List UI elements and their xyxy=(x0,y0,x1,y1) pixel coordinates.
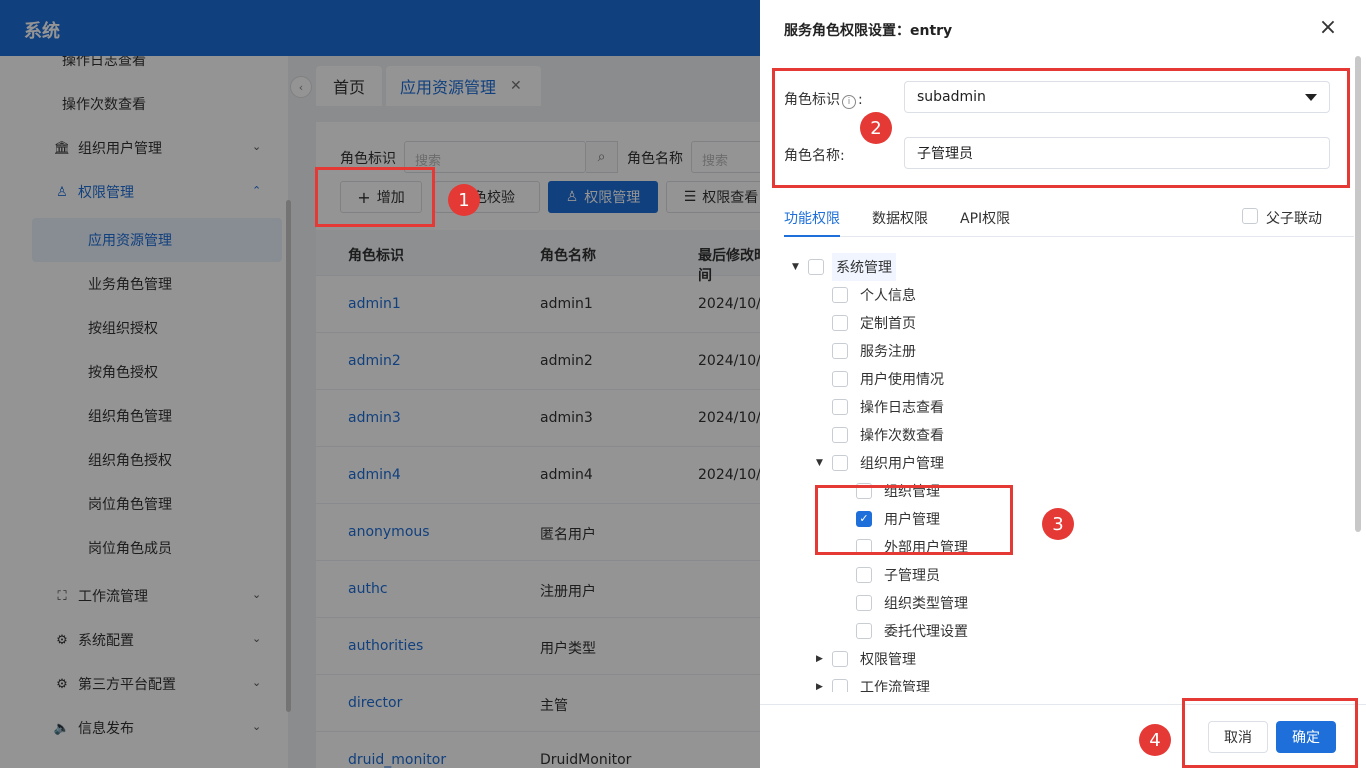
tree-checkbox[interactable] xyxy=(808,259,824,275)
tab-api-permission[interactable]: API权限 xyxy=(960,208,1010,228)
caret-right-icon[interactable]: ▶ xyxy=(816,682,823,692)
caret-down-icon[interactable]: ▼ xyxy=(792,262,799,272)
tab-function-permission[interactable]: 功能权限 xyxy=(784,208,840,228)
highlight-box-role-form xyxy=(772,68,1350,188)
tree-checkbox[interactable] xyxy=(832,371,848,387)
step-badge: 2 xyxy=(860,112,892,144)
linkage-checkbox[interactable] xyxy=(1242,208,1258,224)
step-badge: 3 xyxy=(1042,508,1074,540)
drawer-scrollbar[interactable] xyxy=(1355,56,1361,532)
modal-mask[interactable] xyxy=(0,0,760,768)
tree-node-label[interactable]: 系统管理 xyxy=(832,253,896,281)
tree-node-label[interactable]: 组织用户管理 xyxy=(860,449,944,477)
drawer-title: 服务角色权限设置：entry xyxy=(784,23,953,39)
tree-node-label[interactable]: 子管理员 xyxy=(884,561,940,589)
tree-checkbox[interactable] xyxy=(856,567,872,583)
tab-divider xyxy=(784,236,1354,237)
tree-checkbox[interactable] xyxy=(856,623,872,639)
highlight-box-footer xyxy=(1182,698,1358,768)
tree-node-label[interactable]: 组织类型管理 xyxy=(884,589,968,617)
tree-node-label[interactable]: 服务注册 xyxy=(860,337,916,365)
close-icon[interactable]: × xyxy=(1318,16,1338,40)
tree-node-label[interactable]: 权限管理 xyxy=(860,645,916,673)
tab-data-permission[interactable]: 数据权限 xyxy=(872,208,928,228)
tree-checkbox[interactable] xyxy=(832,343,848,359)
tree-node-label[interactable]: 个人信息 xyxy=(860,281,916,309)
tree-node-label[interactable]: 用户使用情况 xyxy=(860,365,944,393)
tree-checkbox[interactable] xyxy=(856,595,872,611)
tree-checkbox[interactable] xyxy=(832,455,848,471)
tree-checkbox[interactable] xyxy=(832,399,848,415)
tree-checkbox[interactable] xyxy=(832,427,848,443)
tree-node-label[interactable]: 定制首页 xyxy=(860,309,916,337)
highlight-box-user-manage xyxy=(815,485,1013,555)
permission-tree: ▼ 系统管理 个人信息 定制首页 服务注册 用户使用情况 操作日志查看 操作次数… xyxy=(760,252,1366,692)
tree-node-label[interactable]: 操作次数查看 xyxy=(860,421,944,449)
caret-right-icon[interactable]: ▶ xyxy=(816,654,823,664)
tree-checkbox[interactable] xyxy=(832,651,848,667)
tree-checkbox[interactable] xyxy=(832,679,848,692)
step-badge: 1 xyxy=(448,184,480,216)
tree-checkbox[interactable] xyxy=(832,315,848,331)
step-badge: 4 xyxy=(1139,724,1171,756)
tree-node-label[interactable]: 操作日志查看 xyxy=(860,393,944,421)
highlight-box-add xyxy=(315,167,435,227)
linkage-label: 父子联动 xyxy=(1266,211,1322,227)
tree-node-label[interactable]: 委托代理设置 xyxy=(884,617,968,645)
tree-checkbox[interactable] xyxy=(832,287,848,303)
active-tab-indicator xyxy=(784,235,840,237)
tree-node-label[interactable]: 工作流管理 xyxy=(860,673,930,692)
caret-down-icon[interactable]: ▼ xyxy=(816,458,823,468)
